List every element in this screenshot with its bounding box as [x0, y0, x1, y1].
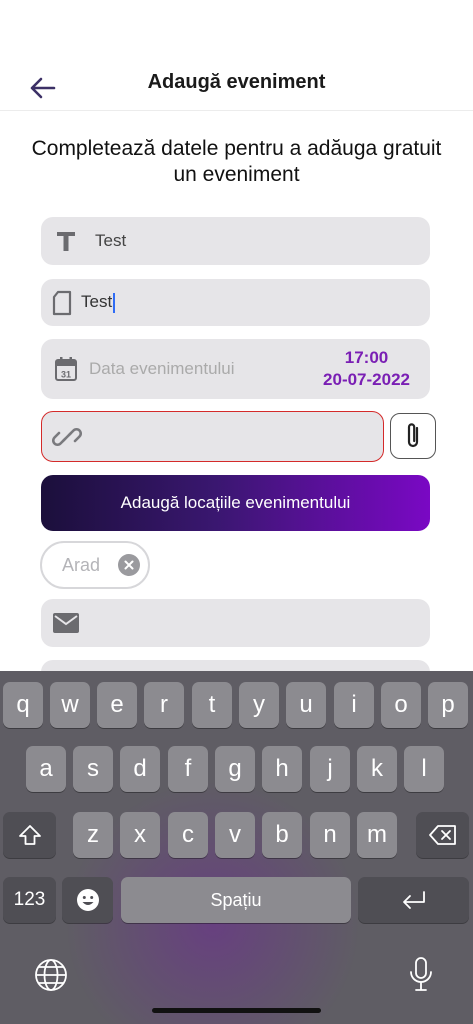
key-f[interactable]: f [168, 746, 208, 792]
event-link-field[interactable] [41, 411, 384, 462]
shift-key[interactable] [3, 812, 56, 858]
key-q[interactable]: q [3, 682, 43, 728]
mail-icon [53, 610, 79, 636]
attach-button[interactable] [390, 413, 436, 459]
text-icon [53, 228, 79, 254]
close-icon [124, 560, 134, 570]
on-screen-keyboard: q w e r t y u i o p a s d f g h j k l z … [0, 671, 473, 1024]
link-icon [51, 422, 83, 457]
key-t[interactable]: t [192, 682, 232, 728]
event-date-field[interactable]: 31 Data evenimentului 17:00 20-07-2022 [41, 339, 430, 399]
microphone-icon [410, 957, 432, 991]
page-subtitle: Completează datele pentru a adăuga gratu… [31, 137, 442, 186]
event-description-value: Test [81, 292, 116, 313]
key-a[interactable]: a [26, 746, 66, 792]
app-header: Adaugă eveniment [0, 56, 473, 111]
key-e[interactable]: e [97, 682, 137, 728]
location-chip: Arad [40, 541, 150, 589]
key-i[interactable]: i [334, 682, 374, 728]
date-placeholder: Data evenimentului [89, 359, 235, 378]
svg-text:31: 31 [61, 370, 71, 380]
emoji-key[interactable] [62, 877, 113, 923]
key-n[interactable]: n [310, 812, 350, 858]
location-chip-label: Arad [62, 554, 101, 575]
key-w[interactable]: w [50, 682, 90, 728]
key-z[interactable]: z [73, 812, 113, 858]
calendar-icon: 31 [53, 356, 79, 382]
return-key[interactable] [358, 877, 469, 923]
key-k[interactable]: k [357, 746, 397, 792]
key-o[interactable]: o [381, 682, 421, 728]
event-date: 20-07-2022 [323, 370, 410, 389]
home-indicator [152, 1008, 321, 1013]
event-title-value: Test [95, 231, 127, 250]
remove-location-button[interactable] [118, 554, 140, 576]
key-h[interactable]: h [262, 746, 302, 792]
return-icon [402, 891, 425, 909]
shift-icon [18, 825, 41, 845]
key-p[interactable]: p [428, 682, 468, 728]
key-j[interactable]: j [310, 746, 350, 792]
add-locations-button[interactable]: Adaugă locațiile evenimentului [41, 475, 430, 531]
paperclip-icon [407, 423, 419, 448]
document-icon [49, 290, 75, 316]
text-caret [113, 292, 116, 313]
description-text: Test [81, 292, 113, 312]
numbers-key[interactable]: 123 [3, 877, 56, 923]
key-l[interactable]: l [404, 746, 444, 792]
date-time-display: 17:00 20-07-2022 [323, 347, 410, 391]
key-u[interactable]: u [286, 682, 326, 728]
dictation-button[interactable] [404, 954, 438, 996]
backspace-icon [428, 825, 456, 845]
key-v[interactable]: v [215, 812, 255, 858]
key-g[interactable]: g [215, 746, 255, 792]
key-b[interactable]: b [262, 812, 302, 858]
emoji-icon [76, 889, 99, 911]
email-field[interactable] [41, 599, 430, 647]
event-title-field[interactable]: Test [41, 217, 430, 265]
key-s[interactable]: s [73, 746, 113, 792]
event-time: 17:00 [344, 348, 389, 367]
key-c[interactable]: c [168, 812, 208, 858]
globe-button[interactable] [32, 956, 70, 994]
backspace-key[interactable] [416, 812, 469, 858]
globe-icon [35, 959, 67, 991]
key-r[interactable]: r [144, 682, 184, 728]
key-x[interactable]: x [120, 812, 160, 858]
page-title: Adaugă eveniment [147, 71, 326, 93]
event-description-field[interactable]: Test [41, 279, 430, 326]
key-d[interactable]: d [120, 746, 160, 792]
key-y[interactable]: y [239, 682, 279, 728]
key-m[interactable]: m [357, 812, 397, 858]
space-key[interactable]: Spațiu [121, 877, 351, 923]
